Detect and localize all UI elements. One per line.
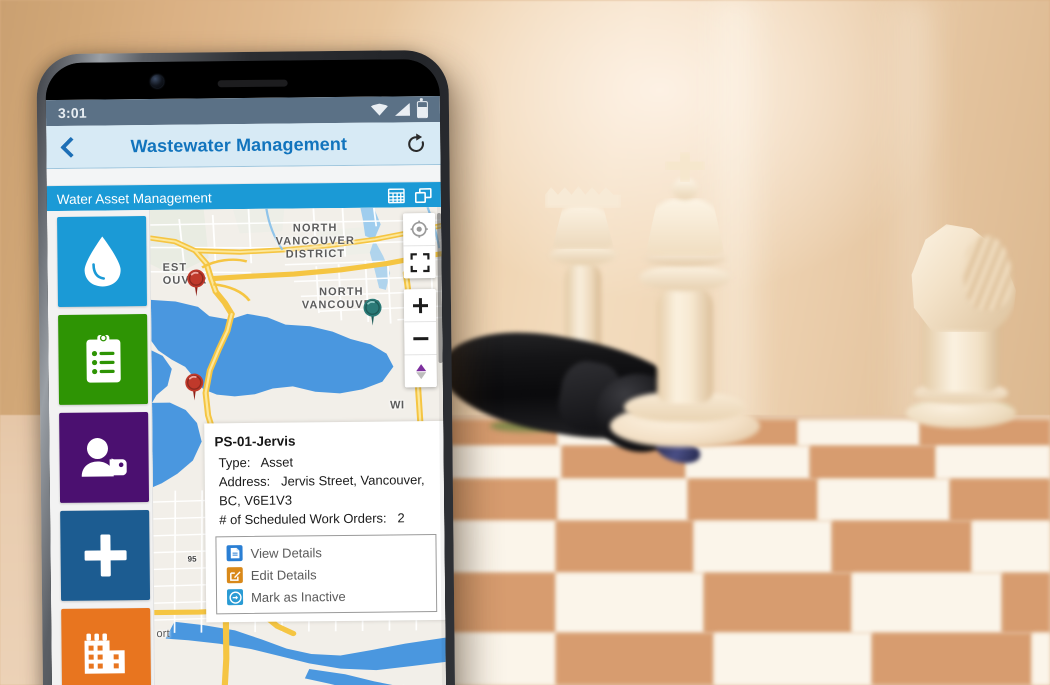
map-controls-zoom — [403, 289, 437, 388]
scrollbar-thumb[interactable] — [437, 212, 443, 363]
status-icons — [371, 100, 429, 119]
tile-person-tag[interactable] — [59, 412, 150, 503]
screenshot-stage: 3:01 Wastewater Management Water Asset M… — [0, 0, 1050, 685]
person-tag-icon — [81, 438, 127, 477]
window-layout-icon[interactable] — [414, 188, 432, 204]
phone-notch-area — [45, 58, 440, 101]
module-title: Water Asset Management — [56, 190, 212, 207]
edit-pencil-icon — [226, 567, 243, 584]
asset-address-label: Address: — [218, 473, 271, 490]
locate-me-button[interactable] — [403, 213, 436, 246]
asset-address-row: Address: Jervis Street, Vancouver, BC, V… — [215, 470, 436, 510]
main-content: EST OUVER NORTH VANCOUVER DISTRICT NORTH VAN… — [46, 206, 447, 685]
map-controls-top — [403, 213, 436, 279]
signal-icon — [395, 103, 410, 116]
module-actions — [387, 188, 432, 204]
menu-item-mark-inactive[interactable]: Mark as Inactive — [217, 584, 436, 608]
asset-workorders-row: # of Scheduled Work Orders: 2 — [215, 508, 436, 529]
menu-item-label: View Details — [250, 544, 322, 561]
page-title: Wastewater Management — [130, 133, 348, 156]
menu-item-label: Edit Details — [250, 566, 317, 583]
fullscreen-button[interactable] — [403, 245, 436, 279]
asset-context-menu: View Details Edit Details Mark as Inacti… — [215, 534, 438, 615]
asset-type-row: Type: Asset — [215, 451, 436, 472]
plus-add-icon — [84, 534, 127, 577]
tile-water-drop[interactable] — [57, 216, 147, 307]
plus-icon — [412, 297, 428, 313]
map-pin-teal-selected[interactable] — [363, 298, 382, 326]
asset-type-value: Asset — [260, 454, 294, 470]
phone-bezel-inner: 3:01 Wastewater Management Water Asset M… — [45, 58, 447, 685]
asset-title: PS-01-Jervis — [214, 433, 296, 450]
asset-workorders-label: # of Scheduled Work Orders: — [219, 510, 387, 528]
wifi-icon — [371, 103, 388, 115]
menu-item-edit-details[interactable]: Edit Details — [217, 562, 436, 586]
document-icon — [226, 545, 243, 562]
tile-facility[interactable] — [61, 608, 152, 685]
map-pin-red-2[interactable] — [185, 373, 204, 401]
building-facility-icon — [83, 633, 125, 674]
menu-item-view-details[interactable]: View Details — [216, 540, 435, 564]
crosshair-icon — [410, 220, 428, 238]
grid-view-icon[interactable] — [387, 188, 405, 204]
zoom-in-button[interactable] — [403, 289, 437, 322]
asset-type-label: Type: — [218, 454, 251, 471]
module-tile-column — [46, 210, 155, 685]
asset-info-card: PS-01-Jervis Type: Asset Address: Jervis… — [204, 420, 447, 623]
front-camera-icon — [150, 74, 164, 88]
status-bar: 3:01 — [45, 95, 441, 127]
expand-frame-icon — [409, 252, 430, 272]
arrow-circle-icon — [226, 589, 244, 606]
zoom-out-button[interactable] — [404, 321, 437, 355]
phone-screen: 3:01 Wastewater Management Water Asset M… — [45, 95, 447, 685]
asset-workorders-value: 2 — [397, 510, 405, 526]
minus-icon — [412, 336, 428, 340]
tile-clipboard[interactable] — [58, 314, 149, 405]
back-button[interactable] — [59, 136, 76, 158]
water-drop-icon — [84, 236, 121, 287]
app-bar: Wastewater Management — [46, 121, 441, 170]
compass-button[interactable] — [404, 354, 437, 388]
battery-icon — [416, 100, 429, 118]
compass-arrow-icon — [415, 363, 426, 379]
menu-item-label: Mark as Inactive — [250, 588, 346, 605]
map-pin-red-1[interactable] — [187, 269, 206, 297]
clipboard-checklist-icon — [85, 334, 121, 383]
status-clock: 3:01 — [57, 104, 87, 121]
refresh-icon[interactable] — [405, 132, 427, 154]
map-panel[interactable]: EST OUVER NORTH VANCOUVER DISTRICT NORTH VAN… — [148, 206, 447, 685]
phone-device: 3:01 Wastewater Management Water Asset M… — [36, 49, 456, 685]
earpiece-speaker — [217, 79, 288, 88]
tile-add-new[interactable] — [60, 510, 151, 601]
